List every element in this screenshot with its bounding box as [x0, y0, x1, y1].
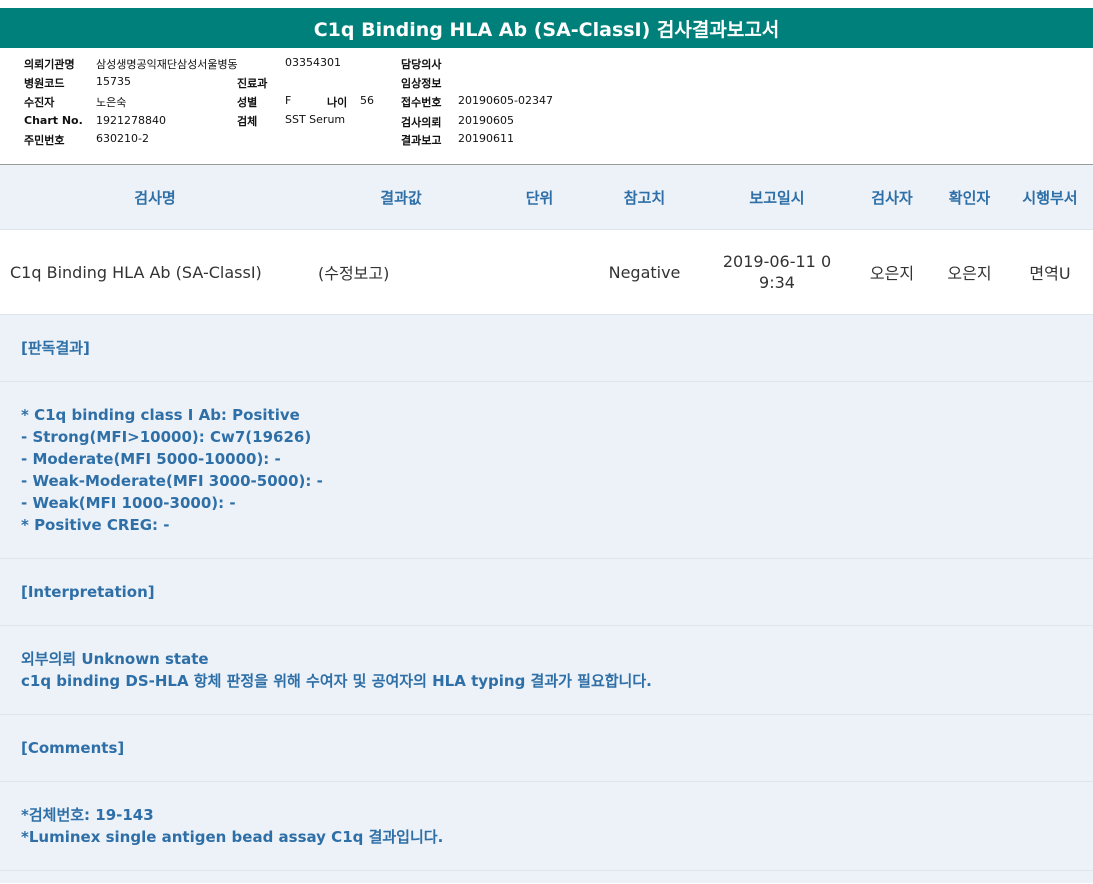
- header-test-name: 검사명: [134, 188, 176, 207]
- examinee-value: 노은숙: [96, 96, 127, 109]
- comments-line: *검체번호: 19-143: [21, 806, 154, 824]
- sex-value: F: [285, 94, 292, 107]
- specimen-label: 검체: [237, 115, 258, 128]
- reading-line: * Positive CREG: -: [21, 516, 170, 534]
- header-unit: 단위: [525, 188, 554, 207]
- cell-result: (수정보고): [318, 264, 390, 283]
- age-label: 나이: [327, 96, 348, 109]
- reading-header-section: [판독결과]: [0, 315, 1093, 382]
- interpretation-header-section: [Interpretation]: [0, 559, 1093, 626]
- chart-no-label: Chart No.: [24, 114, 83, 127]
- interpretation-header: [Interpretation]: [21, 583, 155, 601]
- top-strip: [0, 0, 1093, 8]
- header-tester: 검사자: [871, 188, 913, 207]
- header-report-date: 보고일시: [749, 188, 805, 207]
- cell-confirmer: 오은지: [947, 264, 992, 283]
- clinical-info-label: 임상정보: [401, 77, 442, 90]
- resident-no-value: 630210-2: [96, 132, 149, 145]
- specimen-value: SST Serum: [285, 113, 346, 126]
- receipt-no-value: 20190605-02347: [458, 94, 553, 107]
- department-label: 진료과: [237, 77, 268, 90]
- report-date-line1: 2019-06-11 0: [722, 252, 832, 271]
- reading-body-section: * C1q binding class I Ab: Positive - Str…: [0, 382, 1093, 559]
- hospital-code-label: 병원코드: [24, 77, 65, 90]
- cell-reference: Negative: [608, 262, 681, 282]
- comments-body-section: *검체번호: 19-143 *Luminex single antigen be…: [0, 782, 1093, 871]
- header-result: 결과값: [380, 188, 422, 207]
- comments-header-section: [Comments]: [0, 715, 1093, 782]
- institution-code: 03354301: [285, 56, 341, 69]
- header-confirmer: 확인자: [948, 188, 991, 207]
- cell-dept: 면역U: [1029, 264, 1071, 283]
- age-value: 56: [360, 94, 374, 107]
- report-title: C1q Binding HLA Ab (SA-ClassI) 검사결과보고서: [0, 8, 1093, 48]
- reading-line: - Weak-Moderate(MFI 3000-5000): -: [21, 472, 323, 490]
- report-date-line2: 9:34: [759, 273, 795, 292]
- examinee-label: 수진자: [24, 96, 55, 109]
- reading-line: * C1q binding class I Ab: Positive: [21, 406, 300, 424]
- bottom-strip: [0, 871, 1093, 883]
- header-dept: 시행부서: [1022, 188, 1078, 207]
- header-reference: 참고치: [623, 188, 666, 207]
- report-value: 20190611: [458, 132, 514, 145]
- reading-header: [판독결과]: [21, 339, 90, 357]
- institution-value: 삼성생명공익재단삼성서울병동: [96, 58, 238, 71]
- request-value: 20190605: [458, 114, 514, 127]
- patient-info-panel: 의뢰기관명 삼성생명공익재단삼성서울병동 03354301 담당의사 병원코드 …: [0, 48, 1093, 165]
- hospital-code-value: 15735: [96, 75, 131, 88]
- comments-header: [Comments]: [21, 739, 125, 757]
- attending-label: 담당의사: [401, 58, 442, 71]
- cell-tester: 오은지: [869, 264, 915, 283]
- sex-label: 성별: [237, 96, 258, 109]
- interpretation-body-section: 외부의뢰 Unknown state c1q binding DS-HLA 항체…: [0, 626, 1093, 715]
- interpretation-line: c1q binding DS-HLA 항체 판정을 위해 수여자 및 공여자의 …: [21, 672, 652, 690]
- cell-report-date: 2019-06-11 0 9:34: [702, 251, 852, 293]
- results-table-header: 검사명 결과값 단위 참고치 보고일시 검사자 확인자 시행부서: [0, 165, 1093, 230]
- institution-label: 의뢰기관명: [24, 58, 75, 71]
- request-label: 검사의뢰: [401, 116, 442, 129]
- reading-line: - Strong(MFI>10000): Cw7(19626): [21, 428, 312, 446]
- cell-test-name: C1q Binding HLA Ab (SA-ClassI): [10, 262, 262, 282]
- resident-no-label: 주민번호: [24, 134, 65, 147]
- receipt-no-label: 접수번호: [401, 96, 442, 109]
- reading-line: - Moderate(MFI 5000-10000): -: [21, 450, 281, 468]
- report-label: 결과보고: [401, 134, 442, 147]
- chart-no-value: 1921278840: [96, 114, 166, 127]
- comments-line: *Luminex single antigen bead assay C1q 결…: [21, 828, 444, 846]
- reading-line: - Weak(MFI 1000-3000): -: [21, 494, 236, 512]
- interpretation-line: 외부의뢰 Unknown state: [21, 650, 209, 668]
- table-row: C1q Binding HLA Ab (SA-ClassI) (수정보고) Ne…: [0, 230, 1093, 315]
